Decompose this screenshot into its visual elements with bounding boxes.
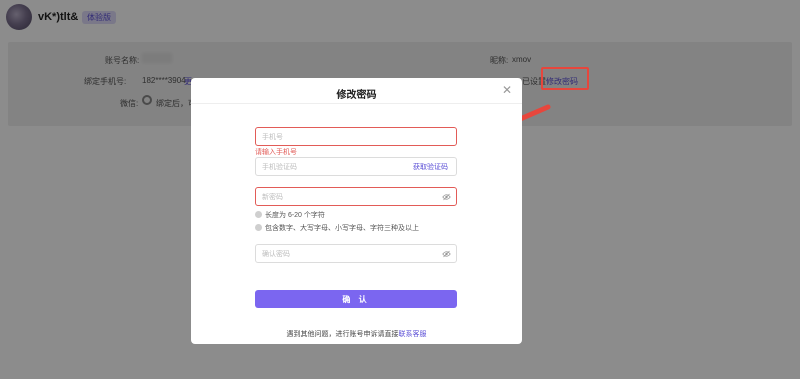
confirm-password-input[interactable] — [262, 248, 412, 260]
dialog-title: 修改密码 — [336, 90, 377, 101]
confirm-button[interactable]: 确 认 — [255, 290, 457, 308]
dialog-divider — [191, 103, 522, 104]
help-note-text: 遇到其他问题，进行账号申诉请直接 — [286, 331, 399, 338]
rule-status-icon — [255, 224, 262, 231]
rule-status-icon — [255, 211, 262, 218]
rule-text: 包含数字、大写字母、小写字母、字符三种及以上 — [265, 225, 419, 232]
help-note: 遇到其他问题，进行账号申诉请直接联系客服 — [191, 329, 522, 339]
phone-input[interactable] — [262, 131, 412, 143]
close-icon[interactable]: ✕ — [502, 83, 512, 97]
new-password-field[interactable] — [255, 187, 457, 206]
password-rule-length: 长度为 6-20 个字符 — [255, 210, 325, 220]
verification-code-input[interactable] — [262, 161, 412, 173]
toggle-visibility-icon[interactable] — [442, 250, 451, 258]
phone-field[interactable] — [255, 127, 457, 146]
verification-code-field[interactable]: 获取验证码 — [255, 157, 457, 176]
new-password-input[interactable] — [262, 191, 412, 203]
phone-error-message: 请输入手机号 — [255, 149, 297, 156]
change-password-dialog: 修改密码 ✕ 请输入手机号 获取验证码 长度为 6-20 个字符 包含数字、大写… — [191, 78, 522, 344]
get-code-button[interactable]: 获取验证码 — [413, 162, 448, 172]
confirm-password-field[interactable] — [255, 244, 457, 263]
password-rule-complexity: 包含数字、大写字母、小写字母、字符三种及以上 — [255, 223, 419, 233]
rule-text: 长度为 6-20 个字符 — [265, 212, 325, 219]
contact-support-link[interactable]: 联系客服 — [399, 331, 427, 338]
toggle-visibility-icon[interactable] — [442, 193, 451, 201]
